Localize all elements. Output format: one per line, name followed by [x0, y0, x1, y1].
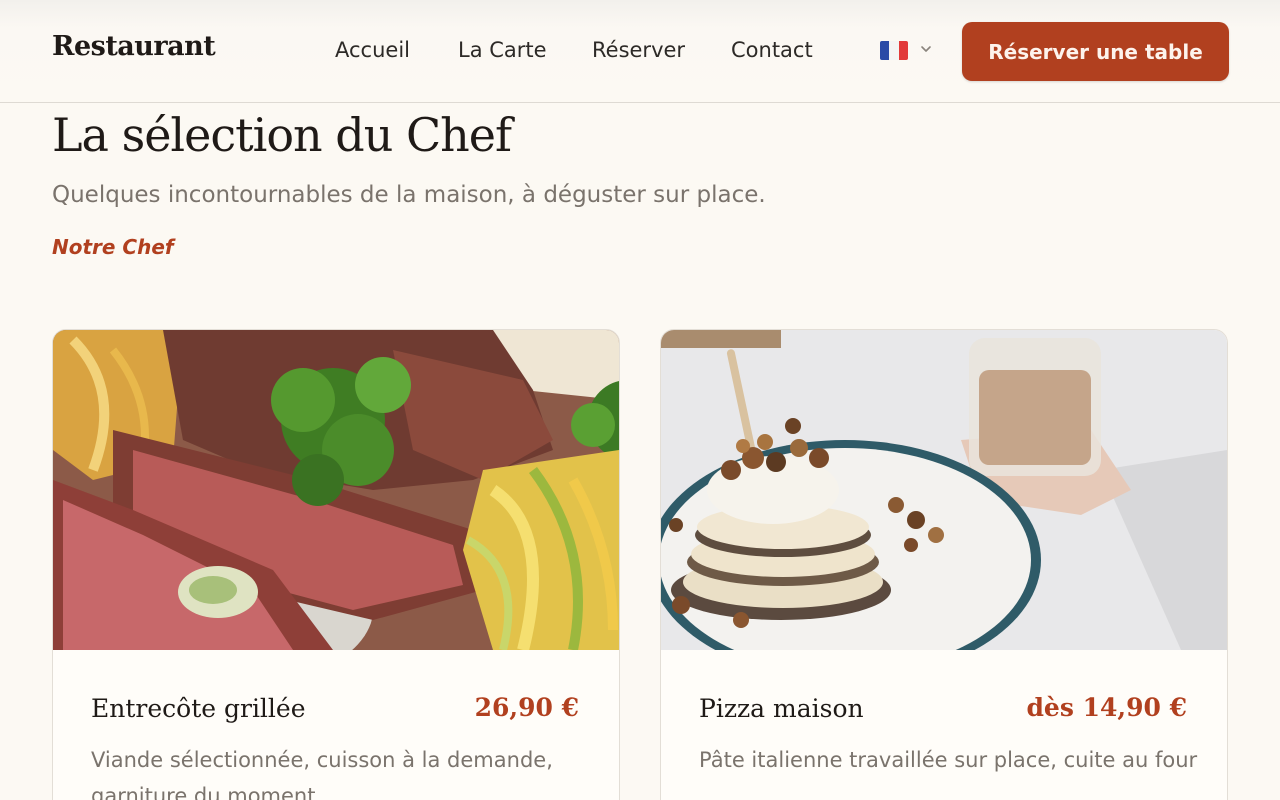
dish-photo [53, 330, 619, 650]
dish-description: Viande sélectionnée, cuisson à la demand… [91, 748, 553, 800]
site-header: Restaurant Accueil La Carte Réserver Con… [0, 0, 1280, 103]
language-selector[interactable] [880, 41, 936, 63]
chef-tag: Notre Chef [52, 235, 174, 259]
dish-price: dès 14,90 € [1026, 693, 1187, 722]
reserve-table-button[interactable]: Réserver une table [962, 22, 1229, 81]
dish-price: 26,90 € [474, 693, 579, 722]
nav-link-reserver[interactable]: Réserver [592, 38, 685, 62]
nav-link-accueil[interactable]: Accueil [335, 38, 410, 62]
section-title: La sélection du Chef [52, 108, 512, 162]
dish-name: Pizza maison [699, 694, 864, 723]
nav-link-la-carte[interactable]: La Carte [458, 38, 547, 62]
dish-card[interactable]: Pizza maison dès 14,90 € Pâte italienne … [660, 329, 1228, 800]
chevron-down-icon [921, 46, 931, 52]
section-subtitle: Quelques incontournables de la maison, à… [52, 182, 766, 208]
brand-logo[interactable]: Restaurant [52, 31, 216, 62]
french-flag-icon [880, 41, 908, 60]
dish-photo [661, 330, 1227, 650]
dish-card[interactable]: Entrecôte grillée 26,90 € Viande sélecti… [52, 329, 620, 800]
dish-description: Pâte italienne travaillée sur place, cui… [699, 748, 1198, 772]
dish-name: Entrecôte grillée [91, 694, 306, 723]
nav-link-contact[interactable]: Contact [731, 38, 813, 62]
